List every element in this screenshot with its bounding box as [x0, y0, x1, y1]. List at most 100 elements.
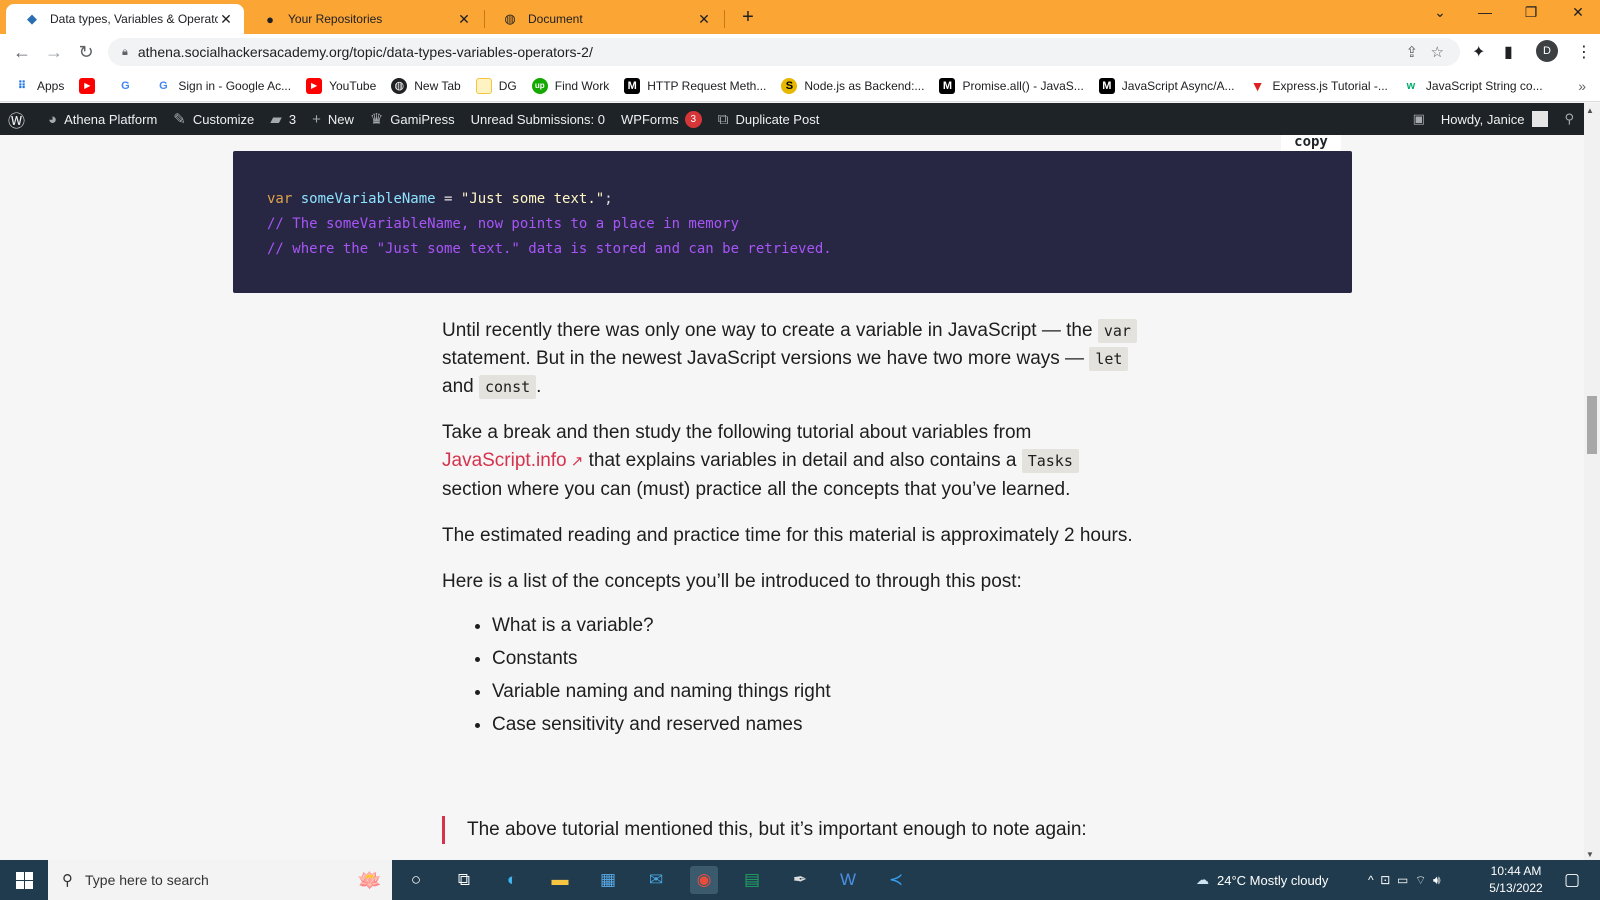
article-body: Until recently there was only one way to… — [442, 317, 1142, 744]
list-item: Variable naming and naming things right — [492, 678, 1142, 706]
taskbar-search[interactable]: ⚲ Type here to search 🪷 — [48, 860, 392, 900]
bookmark-youtube-icon-only[interactable]: ▶ — [79, 77, 102, 94]
forward-arrow-icon[interactable]: → — [42, 40, 66, 64]
customize-link[interactable]: ✎ Customize — [173, 110, 254, 128]
more-bookmarks-icon[interactable]: » — [1578, 78, 1586, 94]
blockquote: The above tutorial mentioned this, but i… — [442, 816, 1142, 844]
site-name-link[interactable]: ◕ Athena Platform — [48, 111, 157, 128]
bookmark-http-request[interactable]: M HTTP Request Meth... — [624, 77, 766, 94]
duplicate-icon: ⧉ — [717, 110, 729, 128]
notifications-icon[interactable]: ▢ — [1558, 866, 1586, 894]
word-icon[interactable]: W — [834, 866, 862, 894]
search-icon[interactable]: ⚲ — [1564, 111, 1574, 127]
javascript-info-link[interactable]: JavaScript.info — [442, 450, 567, 471]
bookmark-youtube[interactable]: ▶ YouTube — [306, 77, 376, 94]
notification-icon[interactable]: ▣ — [1413, 111, 1425, 127]
new-content-link[interactable]: + New — [312, 111, 354, 128]
mdn-icon: M — [939, 77, 956, 94]
plus-icon: + — [312, 110, 321, 128]
admin-bar-right: ▣ Howdy, Janice ⚲ — [1413, 103, 1574, 135]
bookmark-promise-all[interactable]: M Promise.all() - JavaS... — [939, 77, 1084, 94]
vscode-icon[interactable]: ≺ — [882, 866, 910, 894]
chrome-icon[interactable]: ◉ — [690, 866, 718, 894]
scrollbar-thumb[interactable] — [1587, 396, 1597, 454]
windows-taskbar: ⚲ Type here to search 🪷 ○ ⧉ ◐ ▬ ▦ ✉ ◉ ▤ … — [0, 860, 1600, 900]
tab-document[interactable]: ◍ Document ✕ — [484, 4, 722, 34]
inline-code-var: var — [1097, 319, 1137, 343]
external-link-icon: ↗ — [566, 453, 584, 470]
tab-your-repositories[interactable]: ● Your Repositories ✕ — [244, 4, 482, 34]
bookmark-new-tab[interactable]: ◍ New Tab — [391, 77, 461, 94]
list-item: What is a variable? — [492, 612, 1142, 640]
windows-logo-icon — [15, 871, 33, 889]
code-line-1: var someVariableName = "Just some text."… — [267, 191, 613, 207]
excel-icon[interactable]: ▤ — [738, 866, 766, 894]
tab-separator — [724, 10, 725, 28]
bookmark-dg[interactable]: DG — [475, 77, 517, 94]
unread-submissions-link[interactable]: Unread Submissions: 0 — [471, 112, 605, 127]
profile-avatar[interactable]: D — [1536, 40, 1558, 62]
duplicate-post-link[interactable]: ⧉ Duplicate Post — [718, 111, 820, 128]
minimize-button[interactable]: — — [1465, 4, 1505, 20]
restore-button[interactable]: ❐ — [1511, 4, 1551, 21]
tab-data-types[interactable]: ◆ Data types, Variables & Operator ✕ — [6, 4, 244, 34]
globe-icon: ◍ — [504, 11, 516, 26]
howdy-user[interactable]: Howdy, Janice — [1441, 112, 1525, 127]
wpforms-link[interactable]: WPForms 3 — [621, 110, 702, 128]
close-icon[interactable]: ✕ — [456, 11, 472, 28]
tab-search-icon[interactable]: ⌄ — [1420, 4, 1460, 21]
pen-app-icon[interactable]: ✒ — [786, 866, 814, 894]
back-arrow-icon[interactable]: ← — [10, 40, 34, 64]
store-icon[interactable]: ▦ — [594, 866, 622, 894]
bookmark-express[interactable]: ▼ Express.js Tutorial -... — [1250, 78, 1388, 94]
mdn-icon: M — [1098, 77, 1115, 94]
extensions-icon[interactable]: ✦ — [1472, 42, 1485, 62]
cortana-icon[interactable]: ○ — [402, 866, 430, 894]
bookmark-google-signin[interactable]: G Sign in - Google Ac... — [155, 78, 291, 94]
list-item: Constants — [492, 645, 1142, 673]
avatar[interactable] — [1532, 111, 1549, 127]
file-explorer-icon[interactable]: ▬ — [546, 866, 574, 894]
dollar-icon: S — [781, 77, 798, 94]
inline-code-tasks: Tasks — [1021, 449, 1079, 473]
edge-icon[interactable]: ◐ — [498, 866, 526, 894]
scroll-up-arrow-icon[interactable]: ▲ — [1586, 106, 1594, 115]
brush-icon: ✎ — [173, 111, 186, 128]
menu-kebab-icon[interactable]: ⋮ — [1576, 42, 1592, 62]
weather-widget[interactable]: ☁ 24°C Mostly cloudy — [1196, 860, 1328, 900]
bookmark-find-work[interactable]: up Find Work — [531, 77, 609, 94]
dashboard-icon: ◕ — [48, 110, 58, 128]
close-window-button[interactable]: ✕ — [1558, 4, 1598, 21]
scroll-down-arrow-icon[interactable]: ▼ — [1586, 850, 1594, 859]
wordpress-logo[interactable]: Ⓦ — [8, 107, 32, 132]
bookmark-apps[interactable]: ⠿ Apps — [14, 78, 65, 94]
code-block: var someVariableName = "Just some text."… — [233, 151, 1352, 293]
bookmark-js-string[interactable]: w JavaScript String co... — [1403, 78, 1543, 94]
system-tray-icons[interactable]: ^ ⊡ ▭ ⌔ 🔊︎ — [1368, 860, 1441, 900]
start-button[interactable] — [0, 860, 48, 900]
lock-icon[interactable]: 🔒︎ — [122, 46, 128, 59]
close-icon[interactable]: ✕ — [218, 11, 234, 28]
crown-icon: ♛ — [369, 111, 384, 128]
share-bookmark-icons[interactable]: ⇪ ☆ — [1405, 43, 1444, 61]
side-panel-icon[interactable]: ▮ — [1504, 42, 1513, 62]
clock[interactable]: 10:44 AM 5/13/2022 — [1480, 863, 1552, 897]
concepts-list: What is a variable? Constants Variable n… — [442, 612, 1142, 739]
copy-button[interactable]: copy — [1281, 135, 1341, 151]
gamipress-link[interactable]: ♛ GamiPress — [370, 110, 455, 128]
url-text: athena.socialhackersacademy.org/topic/da… — [137, 44, 593, 60]
w3-icon: w — [1406, 79, 1416, 92]
reload-icon[interactable]: ↻ — [74, 40, 98, 64]
folder-icon — [475, 77, 492, 94]
address-bar[interactable]: 🔒︎ athena.socialhackersacademy.org/topic… — [108, 38, 1460, 66]
bookmark-js-async[interactable]: M JavaScript Async/A... — [1098, 77, 1235, 94]
close-icon[interactable]: ✕ — [696, 11, 712, 28]
mail-icon[interactable]: ✉ — [642, 866, 670, 894]
comments-link[interactable]: ▰ 3 — [270, 110, 296, 128]
youtube-icon: ▶ — [306, 77, 323, 94]
bookmark-nodejs[interactable]: S Node.js as Backend:... — [781, 77, 924, 94]
bookmark-google-icon-only[interactable]: G — [117, 78, 140, 94]
page-scrollbar[interactable] — [1584, 103, 1600, 860]
task-view-icon[interactable]: ⧉ — [450, 866, 478, 894]
new-tab-button[interactable]: + — [736, 6, 760, 29]
